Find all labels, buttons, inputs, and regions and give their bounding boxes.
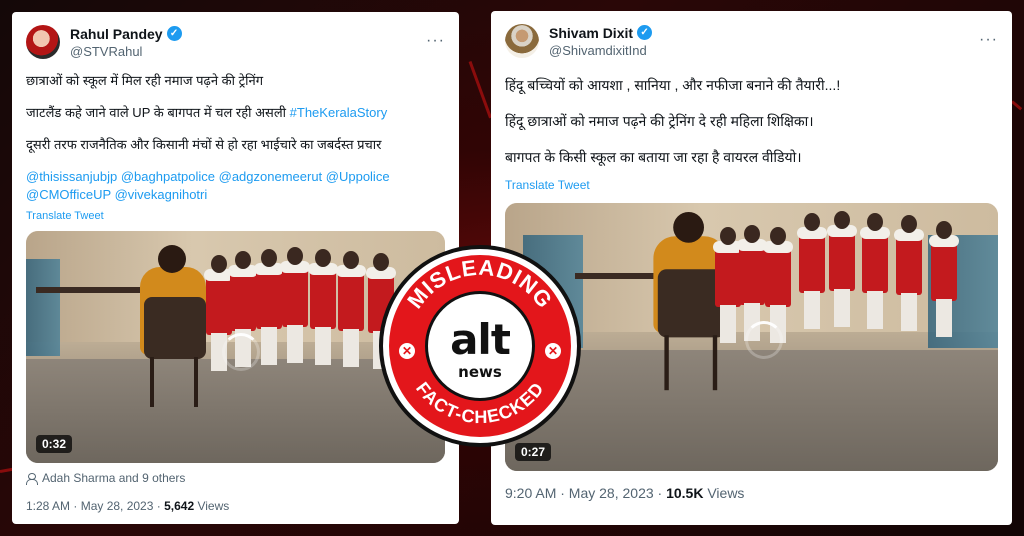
views-label: Views: [197, 499, 230, 513]
video-duration: 0:27: [515, 443, 552, 461]
tweet-line: जाटलैंड कहे जाने वाले UP के बागपत में चल…: [26, 104, 445, 122]
tweet-line-text: जाटलैंड कहे जाने वाले UP के बागपत में चल…: [26, 105, 287, 120]
views-count: 5,642: [164, 499, 195, 513]
author-name[interactable]: Shivam Dixit: [549, 25, 633, 41]
svg-text:FACT-CHECKED: FACT-CHECKED: [412, 378, 548, 427]
avatar[interactable]: [505, 24, 539, 58]
tweet-text: छात्राओं को स्कूल में मिल रही नमाज पढ़ने…: [26, 72, 445, 225]
more-icon[interactable]: ···: [979, 31, 998, 49]
tweet-line: बागपत के किसी स्कूल का बताया जा रहा है व…: [505, 149, 802, 165]
author-handle[interactable]: @ShivamdixitInd: [549, 43, 652, 58]
stamp-bottom-text: FACT-CHECKED: [412, 378, 547, 427]
liked-by-text[interactable]: Adah Sharma and 9 others: [42, 471, 185, 485]
video-scene-student: [825, 211, 859, 347]
timestamp[interactable]: 9:20 AM · May 28, 2023 ·: [505, 485, 662, 501]
alt-news-logo-sub: news: [458, 363, 502, 381]
tweet-header: Shivam Dixit ✓ @ShivamdixitInd ···: [505, 21, 998, 61]
timestamp[interactable]: 1:28 AM · May 28, 2023 ·: [26, 499, 161, 513]
author-name[interactable]: Rahul Pandey: [70, 26, 163, 42]
cross-icon: ✕: [399, 343, 415, 359]
video-scene-student: [795, 213, 829, 343]
video-scene-student: [334, 251, 368, 381]
tweet-meta: 1:28 AM · May 28, 2023 · 5,642 Views: [26, 499, 445, 513]
hashtag-link[interactable]: #TheKeralaStory: [290, 105, 388, 120]
views-count: 10.5K: [666, 485, 704, 501]
avatar[interactable]: [26, 25, 60, 59]
video-duration: 0:32: [36, 435, 73, 453]
mentions-line[interactable]: @CMOfficeUP @vivekagnihotri: [26, 186, 445, 204]
tweet-header: Rahul Pandey ✓ @STVRahul ···: [26, 22, 445, 62]
tweet-line: छात्राओं को स्कूल में मिल रही नमाज पढ़ने…: [26, 73, 264, 88]
stamp-top-text: MISLEADING: [402, 255, 557, 313]
video-scene-student: [857, 213, 893, 353]
tweet-line: हिंदू बच्चियों को आयशा , सानिया , और नफी…: [505, 77, 841, 93]
person-icon: [26, 473, 38, 485]
liked-by[interactable]: Adah Sharma and 9 others: [26, 471, 445, 485]
video-scene-student: [891, 215, 927, 361]
translate-tweet-link[interactable]: Translate Tweet: [26, 207, 445, 225]
verified-badge-icon: ✓: [166, 26, 182, 41]
loading-spinner-icon: [222, 333, 260, 371]
tweet-line: दूसरी तरफ राजनैतिक और किसानी मंचों से हो…: [26, 137, 382, 152]
verified-badge-icon: ✓: [637, 25, 653, 40]
video-scene-shelf: [26, 258, 60, 357]
svg-text:MISLEADING: MISLEADING: [402, 255, 558, 313]
tweet-text: हिंदू बच्चियों को आयशा , सानिया , और नफी…: [505, 75, 998, 195]
author-handle[interactable]: @STVRahul: [70, 44, 182, 59]
tweet-meta: 9:20 AM · May 28, 2023 · 10.5K Views: [505, 485, 998, 501]
tweet-line: हिंदू छात्राओं को नमाज पढ़ने की ट्रेनिंग…: [505, 113, 814, 129]
fact-check-stamp: MISLEADING FACT-CHECKED alt news ✕ ✕: [379, 245, 581, 447]
video-scene-student: [925, 221, 963, 371]
cross-icon: ✕: [545, 343, 561, 359]
mentions-line[interactable]: @thisissanjubjp @baghpatpolice @adgzonem…: [26, 168, 445, 186]
loading-spinner-icon: [745, 321, 783, 359]
mentions[interactable]: @thisissanjubjp @baghpatpolice @adgzonem…: [26, 168, 445, 204]
more-icon[interactable]: ···: [426, 32, 445, 50]
views-label: Views: [707, 485, 745, 501]
translate-tweet-link[interactable]: Translate Tweet: [505, 175, 998, 195]
